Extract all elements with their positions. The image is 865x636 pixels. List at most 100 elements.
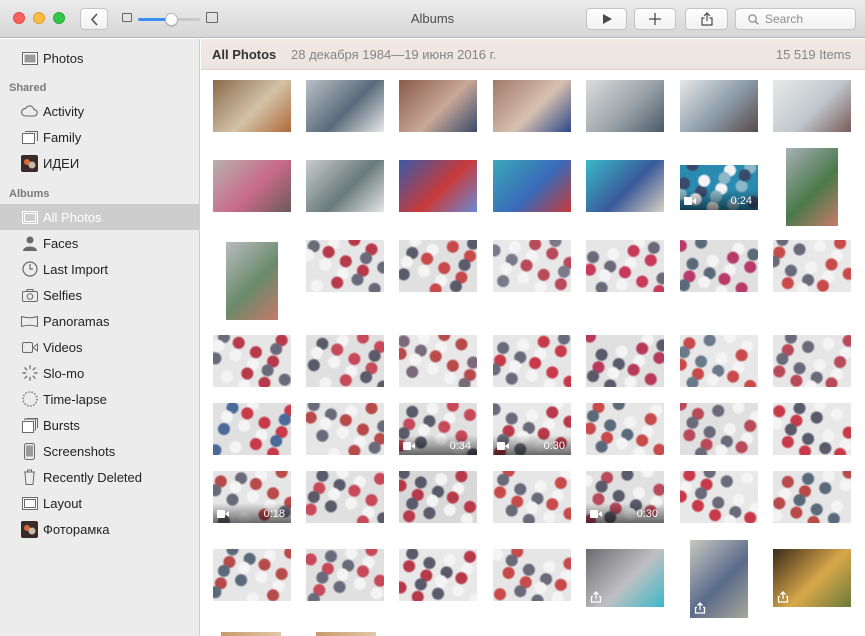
sidebar-item-label: Faces xyxy=(43,235,79,251)
play-icon xyxy=(602,14,612,24)
photo-thumbnail[interactable] xyxy=(586,80,664,132)
sidebar-item-panoramas[interactable]: Panoramas xyxy=(0,308,199,334)
photo-thumbnail[interactable] xyxy=(306,471,384,523)
photo-thumbnail[interactable] xyxy=(213,549,291,601)
sidebar-item-photos[interactable]: Photos xyxy=(0,45,199,71)
back-button[interactable] xyxy=(80,8,108,30)
sidebar-item-идеи[interactable]: ИДЕИ xyxy=(0,150,199,176)
photo-thumbnail[interactable] xyxy=(773,240,851,292)
chevron-left-icon xyxy=(90,12,98,26)
photo-thumbnail[interactable] xyxy=(680,240,758,292)
video-thumbnail[interactable]: 0:30 xyxy=(586,471,664,523)
share-button[interactable] xyxy=(685,8,728,30)
photo-thumbnail[interactable] xyxy=(306,549,384,601)
sidebar-item-label: Activity xyxy=(43,103,85,119)
photo-thumbnail[interactable] xyxy=(680,403,758,455)
sidebar-item-last-import[interactable]: Last Import xyxy=(0,256,199,282)
photo-thumbnail[interactable] xyxy=(493,160,571,212)
video-thumbnail[interactable]: 0:24 xyxy=(680,165,758,210)
photo-thumbnail[interactable] xyxy=(786,148,838,226)
photo-thumbnail[interactable] xyxy=(586,240,664,292)
video-thumbnail[interactable]: 0:34 xyxy=(399,403,477,455)
sidebar-item-recently-deleted[interactable]: Recently Deleted xyxy=(0,464,199,490)
photo-thumbnail[interactable] xyxy=(680,80,758,132)
photo-thumbnail[interactable] xyxy=(493,471,571,523)
sidebar-item-label: Slo-mo xyxy=(43,365,85,381)
photo-thumbnail[interactable] xyxy=(773,403,851,455)
zoom-window-button[interactable] xyxy=(53,12,65,24)
close-window-button[interactable] xyxy=(13,12,25,24)
photo-thumbnail[interactable] xyxy=(306,403,384,455)
photo-thumbnail[interactable] xyxy=(586,549,664,607)
photo-thumbnail[interactable] xyxy=(306,335,384,387)
zoom-slider[interactable] xyxy=(122,12,218,26)
photo-thumbnail[interactable] xyxy=(773,549,851,607)
photo-thumbnail[interactable] xyxy=(306,80,384,132)
sidebar-item-all-photos[interactable]: All Photos xyxy=(0,204,199,230)
photo-thumbnail[interactable] xyxy=(316,632,376,636)
sidebar-item-videos[interactable]: Videos xyxy=(0,334,199,360)
sidebar-item-activity[interactable]: Activity xyxy=(0,98,199,124)
photo-thumbnail[interactable] xyxy=(399,549,477,601)
video-badge: 0:30 xyxy=(493,435,571,455)
photo-thumbnail[interactable] xyxy=(306,160,384,212)
item-count: 15 519 Items xyxy=(775,46,851,62)
photo-thumbnail[interactable] xyxy=(690,540,748,618)
photo-thumbnail[interactable] xyxy=(213,80,291,132)
album-thumbnail-icon xyxy=(21,154,38,172)
photo-thumbnail[interactable] xyxy=(226,242,278,320)
photo-thumbnail[interactable] xyxy=(493,80,571,132)
sidebar: Photos Shared Activity Family ИДЕИ Albums … xyxy=(0,39,200,636)
sidebar-item-layout[interactable]: Layout xyxy=(0,490,199,516)
photo-thumbnail[interactable] xyxy=(399,335,477,387)
slomo-icon xyxy=(21,365,38,382)
sidebar-item-screenshots[interactable]: Screenshots xyxy=(0,438,199,464)
sidebar-item-slo-mo[interactable]: Slo-mo xyxy=(0,360,199,386)
sidebar-item-label: All Photos xyxy=(43,209,102,225)
photo-thumbnail[interactable] xyxy=(213,160,291,212)
photo-thumbnail[interactable] xyxy=(773,471,851,523)
photo-thumbnail[interactable] xyxy=(213,335,291,387)
video-camera-icon xyxy=(403,442,415,450)
photo-thumbnail[interactable] xyxy=(399,240,477,292)
sidebar-item-time-lapse[interactable]: Time-lapse xyxy=(0,386,199,412)
video-duration: 0:34 xyxy=(449,440,471,452)
sidebar-item-фоторамка[interactable]: Фоторамка xyxy=(0,516,199,542)
video-thumbnail[interactable]: 0:30 xyxy=(493,403,571,455)
photo-thumbnail[interactable] xyxy=(586,403,664,455)
minimize-window-button[interactable] xyxy=(33,12,45,24)
photo-thumbnail[interactable] xyxy=(399,160,477,212)
photo-thumbnail[interactable] xyxy=(586,160,664,212)
photo-thumbnail[interactable] xyxy=(680,335,758,387)
photo-thumbnail[interactable] xyxy=(493,549,571,601)
sidebar-item-selfies[interactable]: Selfies xyxy=(0,282,199,308)
sidebar-item-label: Last Import xyxy=(43,261,109,277)
photo-thumbnail[interactable] xyxy=(493,240,571,292)
sidebar-item-label: Selfies xyxy=(43,287,83,303)
photo-thumbnail[interactable] xyxy=(306,240,384,292)
date-range: 28 декабря 1984—19 июня 2016 г. xyxy=(291,46,497,62)
shared-upload-icon xyxy=(694,602,706,614)
photo-thumbnail[interactable] xyxy=(399,471,477,523)
person-icon xyxy=(21,235,38,252)
zoom-slider-knob[interactable] xyxy=(165,13,178,26)
slideshow-button[interactable] xyxy=(586,8,627,30)
photo-thumbnail[interactable] xyxy=(680,471,758,523)
sidebar-item-bursts[interactable]: Bursts xyxy=(0,412,199,438)
search-field[interactable]: Search xyxy=(735,8,856,30)
sidebar-item-faces[interactable]: Faces xyxy=(0,230,199,256)
sidebar-item-family[interactable]: Family xyxy=(0,124,199,150)
photo-thumbnail[interactable] xyxy=(773,80,851,132)
photo-thumbnail[interactable] xyxy=(586,335,664,387)
sidebar-heading-shared: Shared xyxy=(9,82,47,94)
sidebar-item-label: Bursts xyxy=(43,417,80,433)
add-button[interactable] xyxy=(634,8,676,30)
video-badge: 0:34 xyxy=(399,435,477,455)
photo-thumbnail[interactable] xyxy=(221,632,281,636)
photo-thumbnail[interactable] xyxy=(773,335,851,387)
photo-thumbnail[interactable] xyxy=(493,335,571,387)
photo-thumbnail[interactable] xyxy=(213,403,291,455)
sidebar-item-label: Фоторамка xyxy=(43,521,110,537)
video-thumbnail[interactable]: 0:18 xyxy=(213,471,291,523)
photo-thumbnail[interactable] xyxy=(399,80,477,132)
